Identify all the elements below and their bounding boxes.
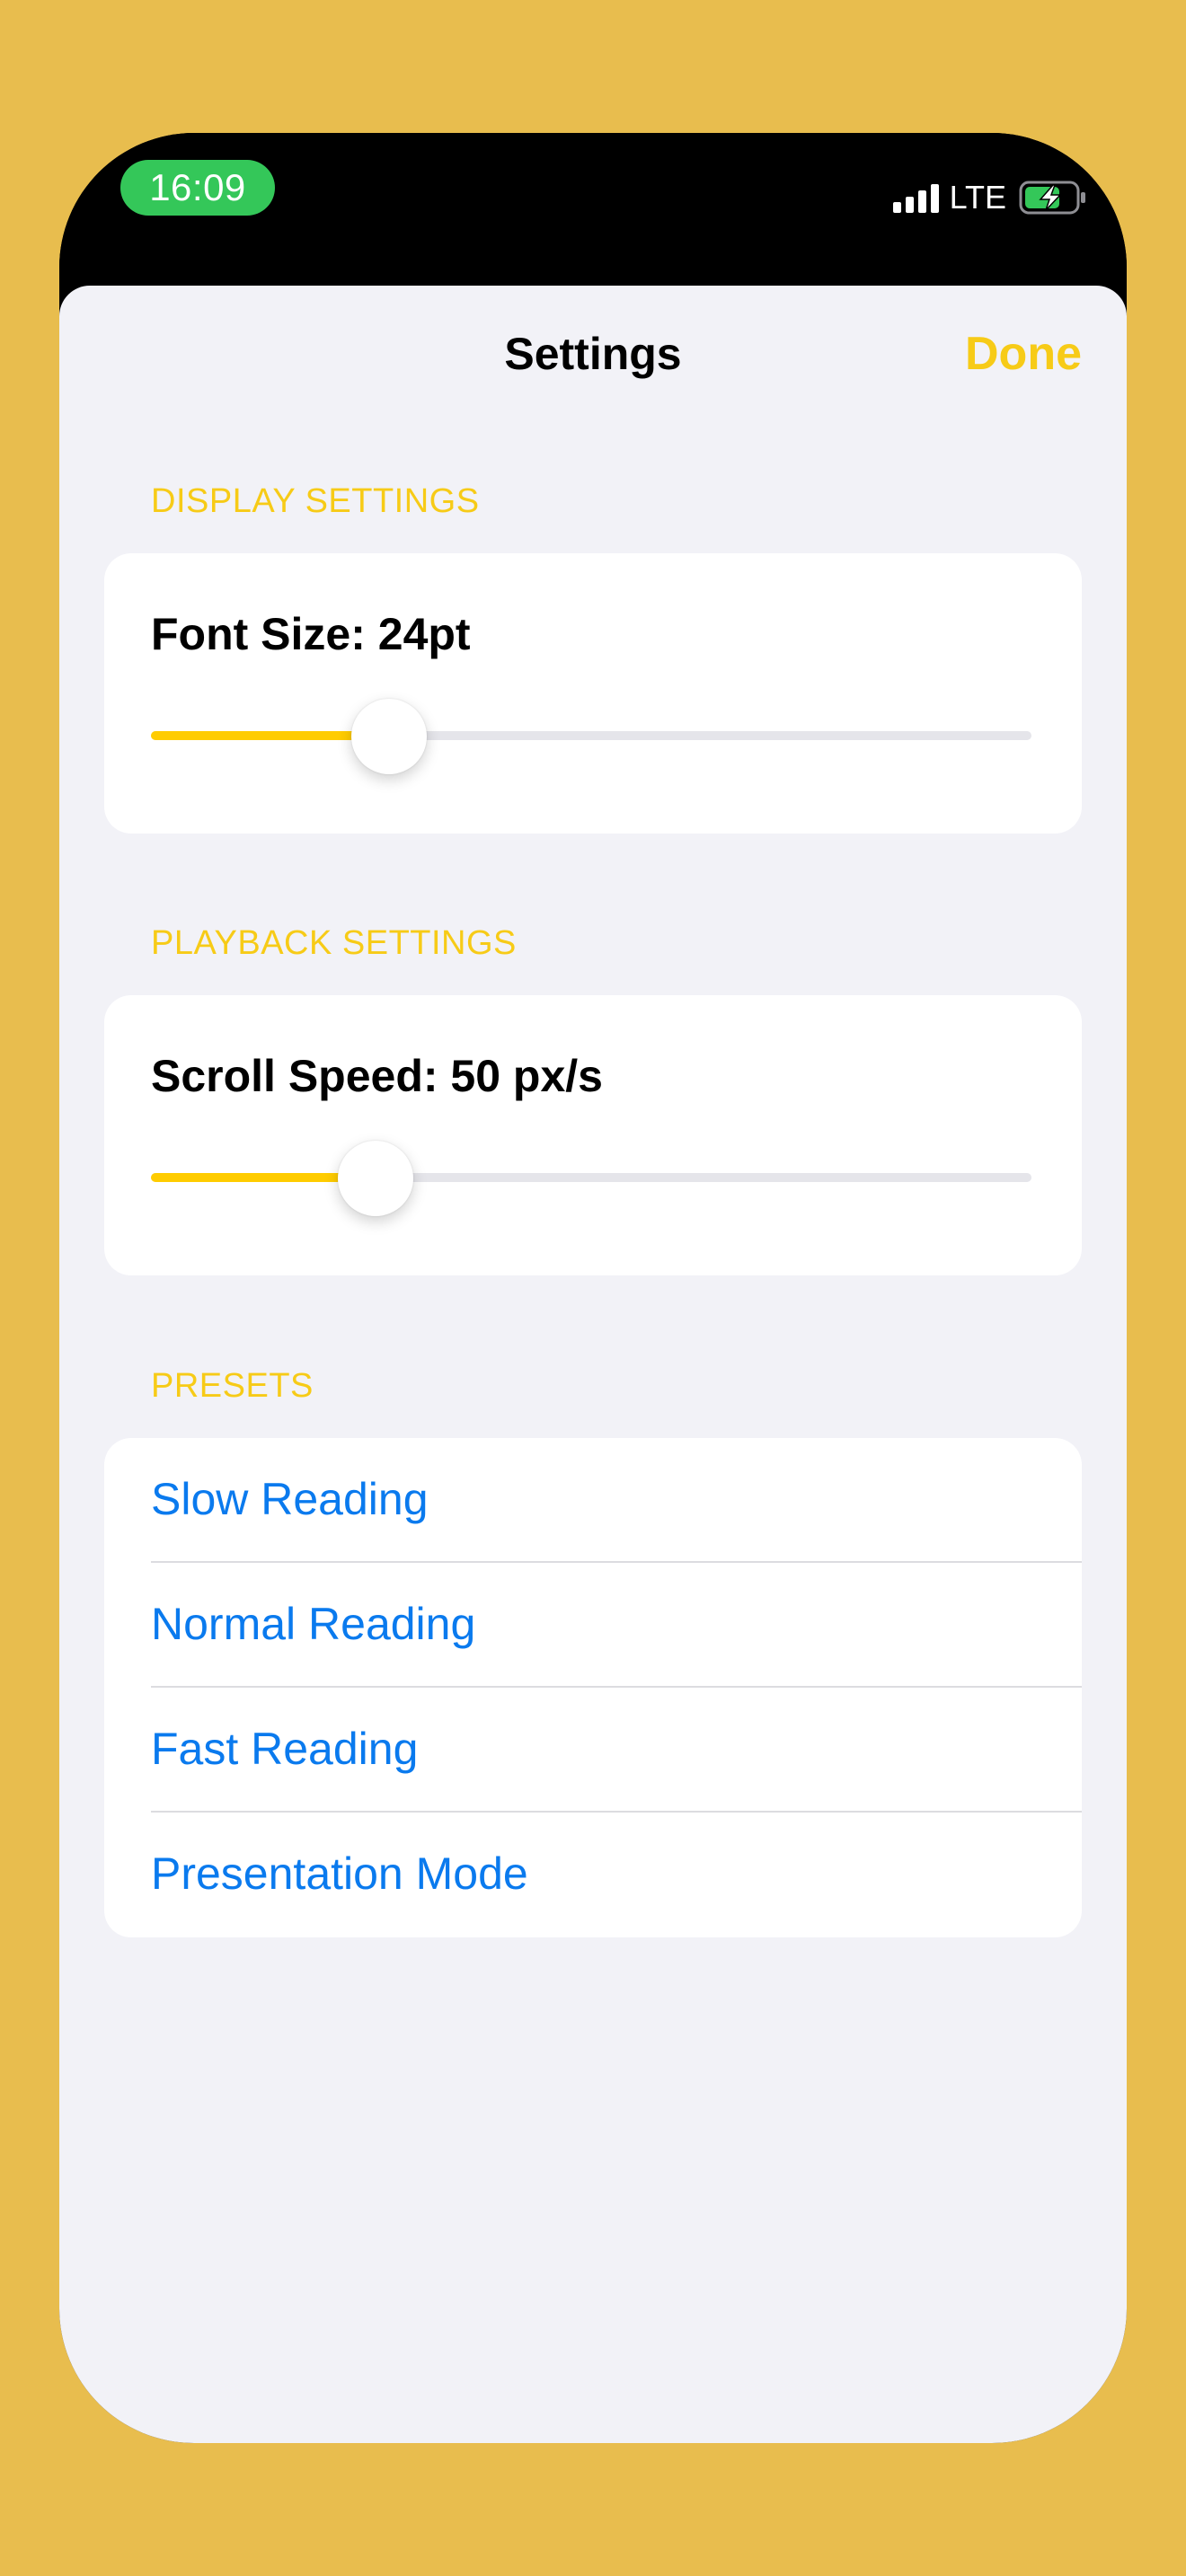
preset-presentation-mode[interactable]: Presentation Mode bbox=[104, 1813, 1082, 1937]
preset-fast-reading[interactable]: Fast Reading bbox=[104, 1688, 1082, 1813]
presets-header: PRESETS bbox=[151, 1367, 314, 1405]
status-time: 16:09 bbox=[120, 160, 275, 216]
scroll-speed-slider[interactable] bbox=[151, 1141, 1031, 1216]
preset-label: Slow Reading bbox=[151, 1474, 429, 1524]
preset-label: Normal Reading bbox=[151, 1599, 476, 1649]
slider-thumb[interactable] bbox=[338, 1141, 413, 1216]
slider-thumb[interactable] bbox=[351, 699, 427, 774]
settings-sheet: Settings Done DISPLAY SETTINGS Font Size… bbox=[59, 286, 1127, 2443]
font-size-label: Font Size: 24pt bbox=[151, 609, 471, 659]
display-settings-card: Font Size: 24pt bbox=[104, 553, 1082, 834]
status-bar: 16:09 LTE bbox=[59, 133, 1127, 286]
network-type-label: LTE bbox=[949, 179, 1006, 216]
done-button[interactable]: Done bbox=[965, 327, 1082, 381]
font-size-slider[interactable] bbox=[151, 699, 1031, 774]
presets-card: Slow Reading Normal Reading Fast Reading… bbox=[104, 1438, 1082, 1937]
battery-charging-icon bbox=[1019, 181, 1085, 215]
playback-settings-card: Scroll Speed: 50 px/s bbox=[104, 995, 1082, 1275]
preset-slow-reading[interactable]: Slow Reading bbox=[104, 1438, 1082, 1563]
status-indicators: LTE bbox=[892, 179, 1087, 216]
scroll-speed-label: Scroll Speed: 50 px/s bbox=[151, 1051, 603, 1101]
phone-frame: 16:09 LTE Settings Done DISPLAY SETTINGS… bbox=[59, 133, 1127, 2443]
display-settings-header: DISPLAY SETTINGS bbox=[151, 482, 480, 520]
preset-normal-reading[interactable]: Normal Reading bbox=[104, 1563, 1082, 1688]
preset-label: Fast Reading bbox=[151, 1724, 419, 1774]
playback-settings-header: PLAYBACK SETTINGS bbox=[151, 924, 517, 962]
preset-label: Presentation Mode bbox=[151, 1848, 528, 1899]
cellular-signal-icon bbox=[892, 182, 939, 213]
